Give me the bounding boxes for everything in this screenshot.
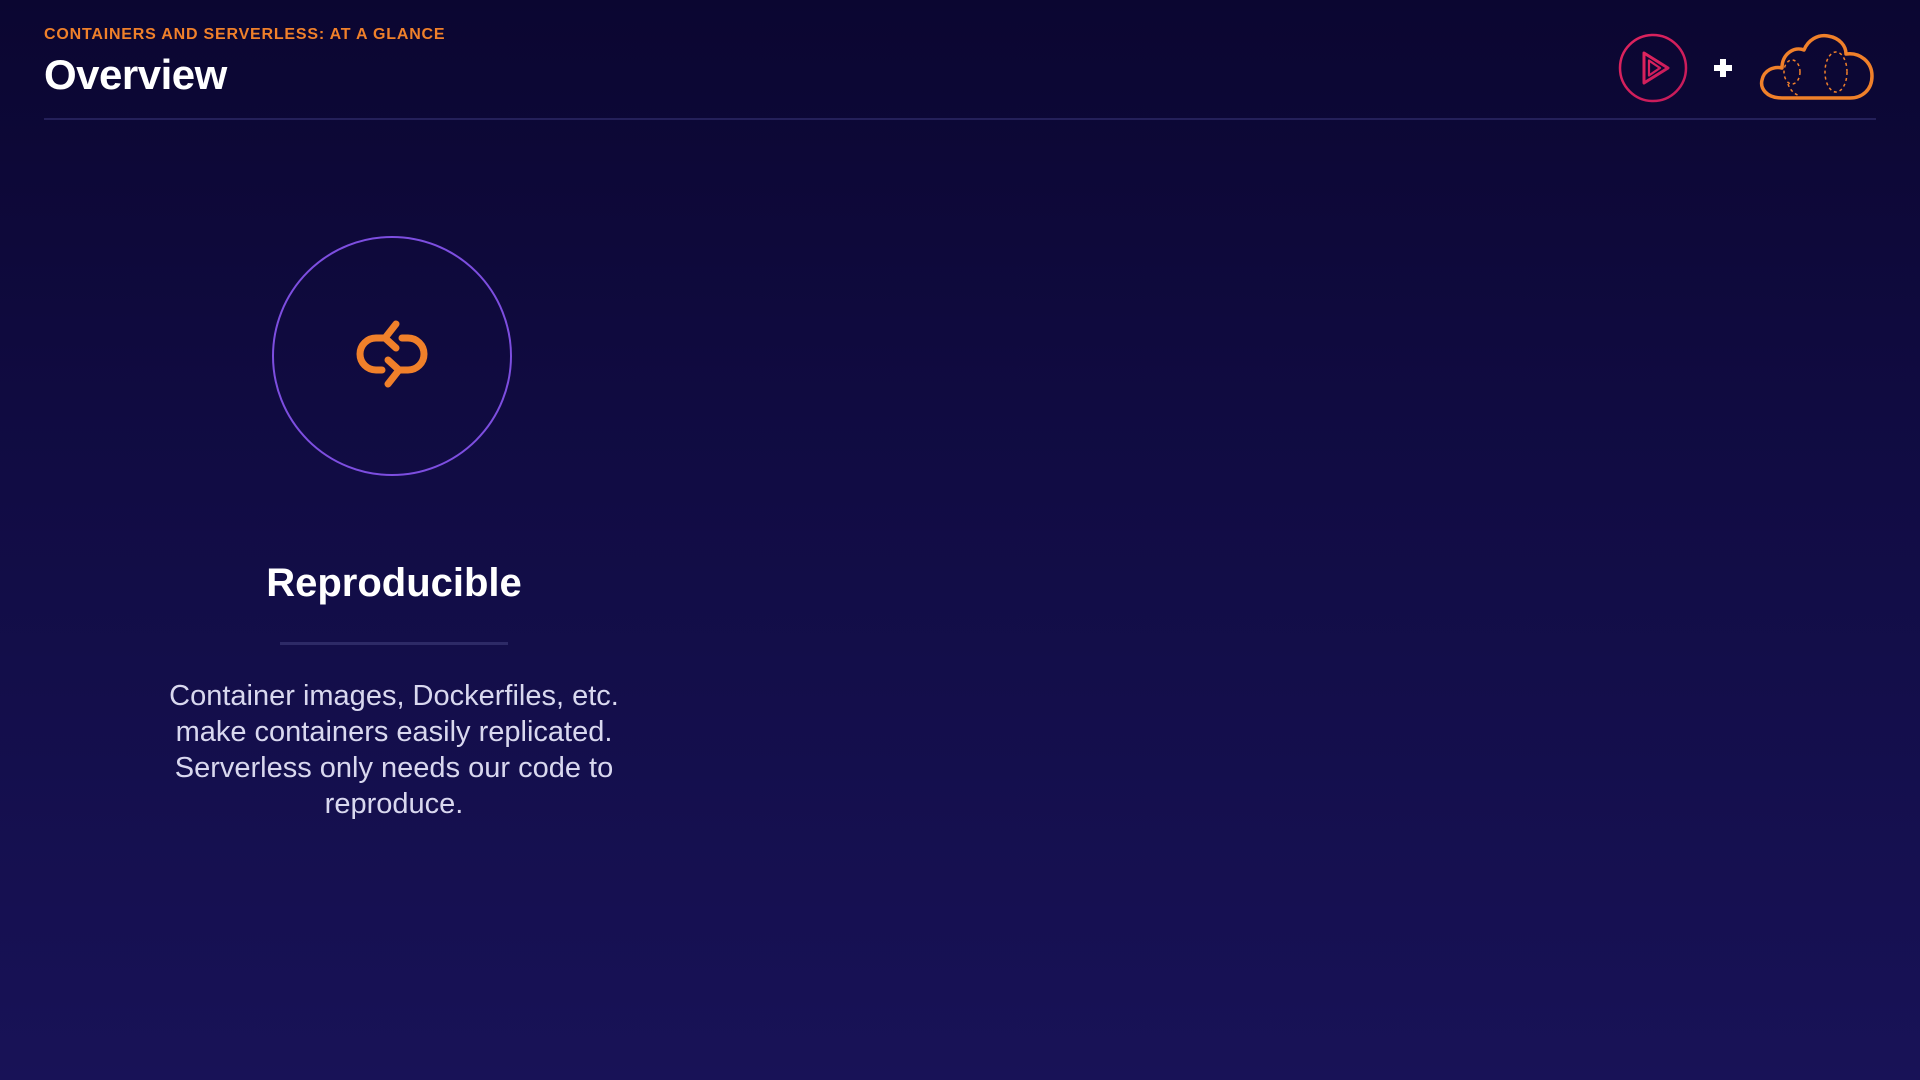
header-divider: [44, 118, 1876, 120]
page-title: Overview: [44, 51, 227, 98]
feature-icon-circle: [272, 236, 512, 476]
feature-title: Reproducible: [266, 561, 522, 605]
header-logos: [1618, 30, 1876, 106]
section-kicker: CONTAINERS AND SERVERLESS: AT A GLANCE: [44, 26, 446, 43]
refresh-icon: [344, 306, 440, 407]
feature-divider: [280, 642, 508, 645]
slide-header: CONTAINERS AND SERVERLESS: AT A GLANCE O…: [44, 26, 445, 98]
plus-icon: [1712, 57, 1734, 79]
feature-description: Container images, Dockerfiles, etc. make…: [169, 680, 619, 820]
play-logo-icon: [1618, 33, 1688, 103]
cloud-logo-icon: [1758, 32, 1876, 104]
